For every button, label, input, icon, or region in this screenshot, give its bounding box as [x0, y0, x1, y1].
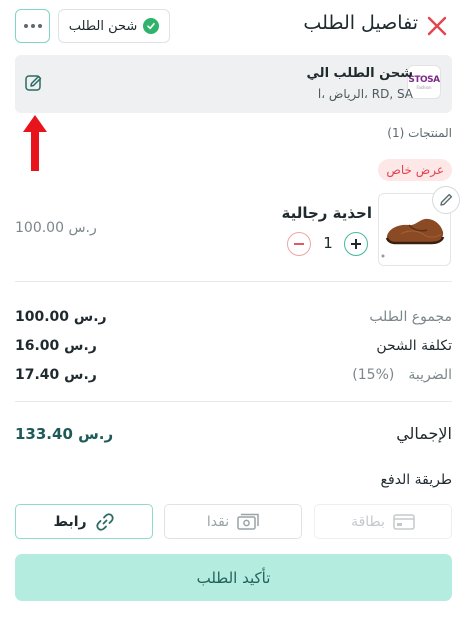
decrease-quantity-button[interactable]	[287, 232, 311, 256]
red-arrow-annotation	[23, 115, 47, 171]
confirm-order-button[interactable]: تأكيد الطلب	[15, 554, 452, 601]
payment-option-link[interactable]: رابط	[15, 504, 153, 539]
dot-icon	[37, 24, 42, 28]
increase-quantity-button[interactable]	[344, 232, 368, 256]
tax-value: 17.40 ر.س	[15, 367, 97, 383]
payment-option-cash[interactable]: نقدا	[164, 504, 302, 539]
divider	[15, 281, 452, 282]
payment-option-label: بطاقة	[351, 513, 385, 530]
minus-icon	[294, 243, 304, 245]
product-name: احذية رجالية	[281, 204, 373, 222]
edit-address-icon[interactable]	[24, 73, 44, 93]
page-title: تفاصيل الطلب	[303, 12, 418, 34]
product-quantity: 1	[323, 234, 333, 252]
store-logo-sub: Fashion	[416, 84, 432, 90]
products-count-label: المنتجات (1)	[387, 126, 452, 140]
total-label: الإجمالي	[396, 424, 452, 443]
shipping-address-card	[15, 55, 452, 113]
address-title: شحن الطلب الي	[306, 66, 413, 81]
pencil-icon	[440, 193, 453, 206]
edit-product-button[interactable]	[432, 186, 460, 214]
plus-icon	[351, 239, 361, 249]
cash-icon	[237, 513, 259, 530]
close-icon[interactable]	[426, 15, 448, 37]
payment-method-title: طريقة الدفع	[380, 472, 452, 488]
dot-icon	[23, 24, 28, 28]
order-status-label: شحن الطلب	[68, 18, 138, 34]
subtotal-label: مجموع الطلب	[369, 309, 452, 325]
tax-label: الضريبة	[408, 367, 452, 383]
dot-icon	[30, 24, 35, 28]
payment-option-card[interactable]: بطاقة	[314, 504, 452, 539]
link-icon	[95, 512, 114, 531]
shipping-cost-label: تكلفة الشحن	[376, 338, 452, 354]
store-logo-mark: STOSA	[408, 74, 440, 85]
address-line: RD, SA ،الرياض ،l	[317, 87, 413, 101]
tax-rate: (15%)	[352, 367, 395, 383]
special-offer-badge: عرض خاص	[378, 159, 452, 181]
credit-card-icon	[393, 513, 415, 530]
total-value: 133.40 ر.س	[15, 425, 114, 443]
order-status-badge[interactable]: شحن الطلب	[58, 9, 170, 43]
product-price: 100.00 ر.س	[15, 220, 97, 236]
subtotal-value: 100.00 ر.س	[15, 309, 107, 325]
payment-option-label: رابط	[53, 513, 87, 530]
tax-row-label: الضريبة (15%)	[352, 367, 452, 383]
payment-option-label: نقدا	[206, 513, 230, 530]
shipping-cost-value: 16.00 ر.س	[15, 338, 97, 354]
divider	[15, 401, 452, 402]
check-icon	[143, 18, 160, 34]
more-options-button[interactable]	[15, 9, 50, 43]
